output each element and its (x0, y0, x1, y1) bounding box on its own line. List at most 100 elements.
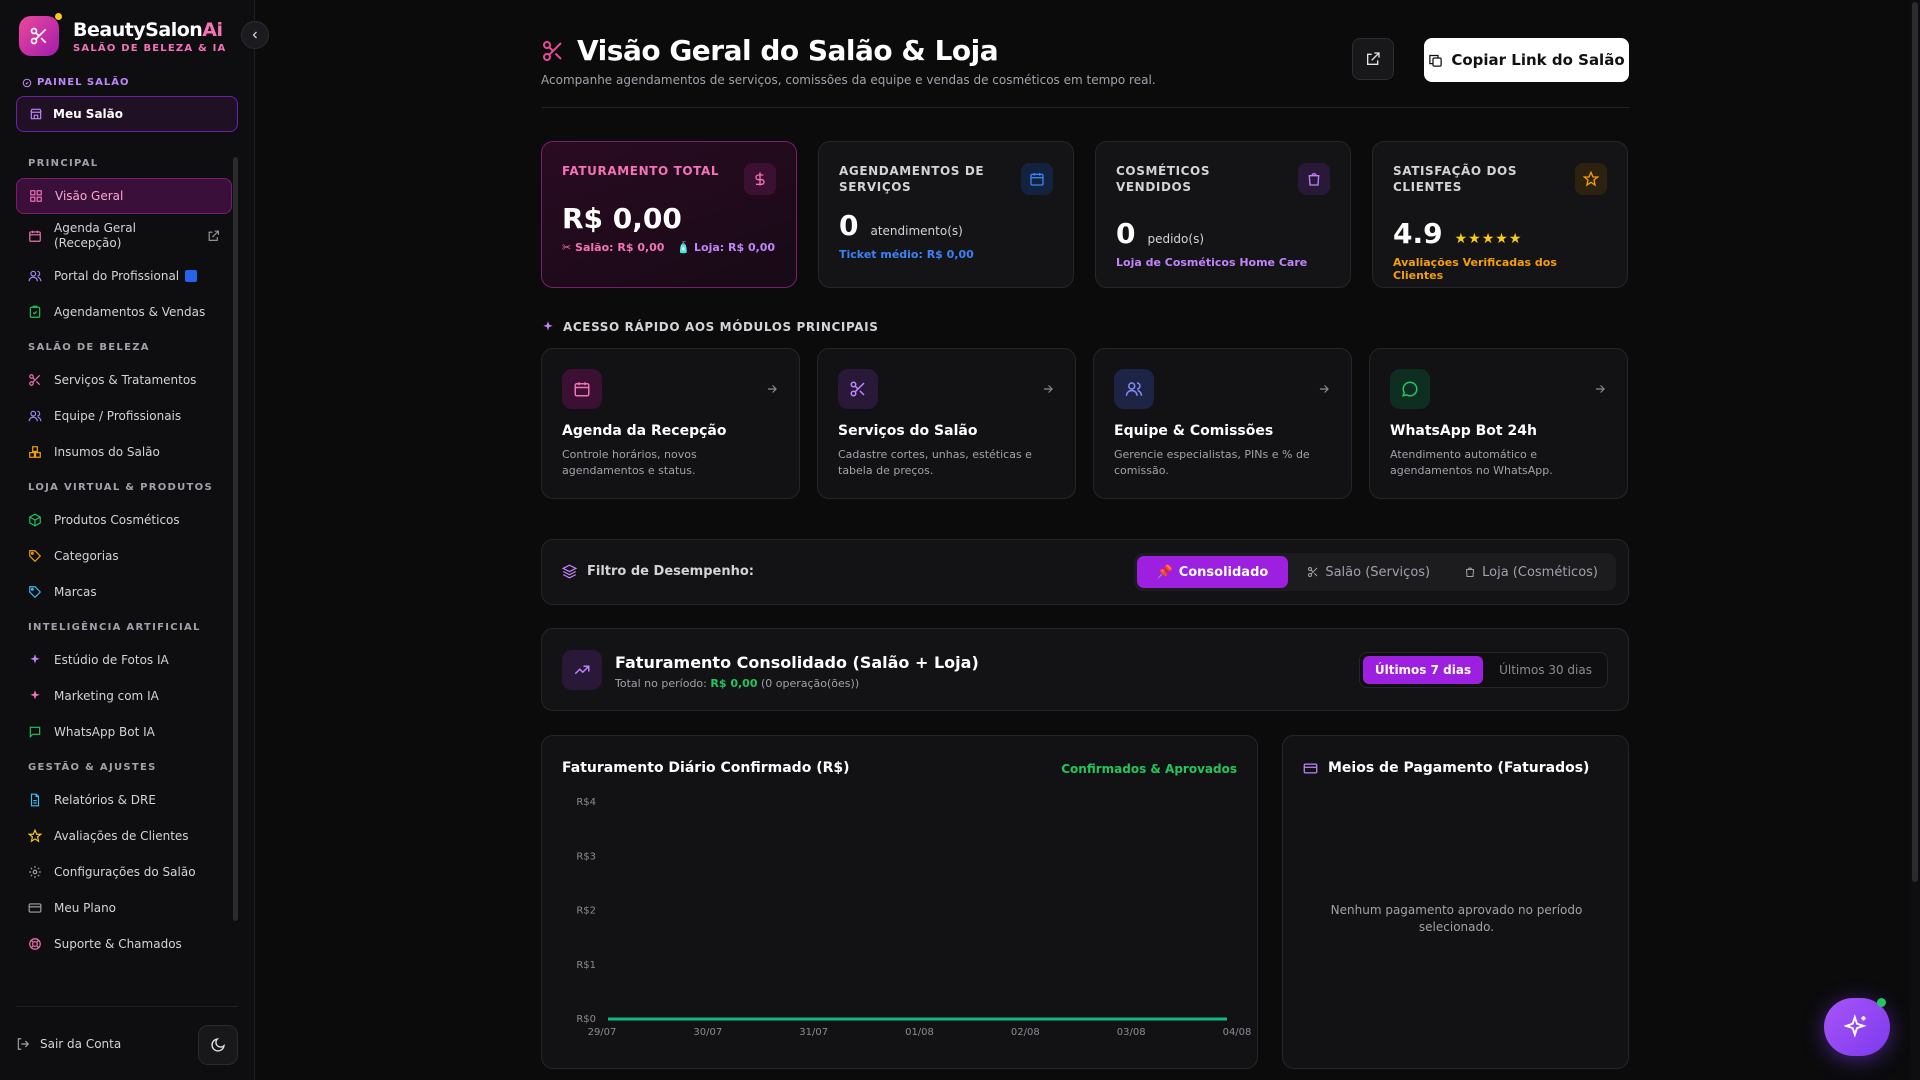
sidebar-item-whatsapp-bot[interactable]: WhatsApp Bot IA (16, 714, 232, 750)
rating-stars: ★★★★★ (1454, 231, 1523, 248)
y-tick-label: R$1 (576, 960, 596, 971)
copy-salon-link-button[interactable]: Copiar Link do Salão (1424, 38, 1629, 82)
card-desc: Cadastre cortes, unhas, estéticas e tabe… (838, 448, 1032, 477)
sidebar-item-agenda[interactable]: Agenda Geral (Recepção) (16, 214, 232, 258)
sidebar-item-cosmetics[interactable]: Produtos Cosméticos (16, 502, 232, 538)
chat-icon (29, 726, 41, 739)
kpi-row: FATURAMENTO TOTAL R$ 0,00 ✂ Salão: R$ 0,… (541, 141, 1628, 288)
sidebar-item-services[interactable]: Serviços & Tratamentos (16, 362, 232, 398)
sidebar: BeautySalonAi SALÃO DE BELEZA & IA PAINE… (0, 0, 269, 1080)
x-tick-label: 31/07 (799, 1027, 828, 1038)
users-icon (28, 270, 42, 282)
kpi-title: SATISFAÇÃO DOS CLIENTES (1393, 164, 1518, 194)
kpi-foot: Ticket médio: R$ 0,00 (839, 248, 974, 262)
sidebar-footer: Sair da Conta (16, 1006, 238, 1065)
page-scrollbar[interactable] (1912, 2, 1918, 882)
users-icon (28, 410, 42, 422)
sidebar-item-photo-studio[interactable]: Estúdio de Fotos IA (16, 642, 232, 678)
lifebuoy-icon (29, 938, 41, 950)
sidebar-item-plan[interactable]: Meu Plano (16, 890, 232, 926)
shopping-bag-icon (1298, 163, 1330, 195)
period-7-days[interactable]: Últimos 7 dias (1362, 656, 1484, 684)
brand-logo[interactable]: BeautySalonAi SALÃO DE BELEZA & IA (19, 13, 227, 56)
filter-segmented-control: 📌 Consolidado Salão (Serviços) Loja (Cosm… (1133, 553, 1616, 591)
card-title: WhatsApp Bot 24h (1390, 423, 1537, 439)
scissors-icon (838, 369, 878, 409)
kpi-title: COSMÉTICOS VENDIDOS (1116, 164, 1211, 194)
kpi-breakdown: ✂ Salão: R$ 0,00 🧴 Loja: R$ 0,00 (562, 241, 776, 254)
nav-section-store: LOJA VIRTUAL & PRODUTOS (28, 482, 213, 493)
calendar-icon (1021, 163, 1053, 195)
salon-revenue: ✂ Salão: R$ 0,00 (562, 240, 665, 254)
line-chart: R$0 R$1 R$2 R$3 R$4 29/07 30/07 31/07 01/08 02/08… (576, 797, 1252, 1038)
arrow-right-icon (1595, 385, 1605, 393)
moon-icon (211, 1038, 225, 1052)
sidebar-item-team[interactable]: Equipe / Profissionais (16, 398, 232, 434)
sidebar-item-reviews[interactable]: Avaliações de Clientes (16, 818, 232, 854)
sidebar-scrollbar[interactable] (233, 157, 238, 921)
quick-card-services[interactable]: Serviços do Salão Cadastre cortes, unhas… (817, 348, 1076, 499)
quick-access-label: ACESSO RÁPIDO AOS MÓDULOS PRINCIPAIS (541, 320, 878, 334)
sidebar-item-brands[interactable]: Marcas (16, 574, 232, 610)
period-30-days[interactable]: Últimos 30 dias (1487, 656, 1604, 684)
filter-salon[interactable]: Salão (Serviços) (1292, 556, 1445, 588)
revenue-summary: Faturamento Consolidado (Salão + Loja) T… (541, 628, 1629, 711)
users-icon (1114, 369, 1154, 409)
sidebar-item-appointments-sales[interactable]: Agendamentos & Vendas (16, 294, 232, 330)
external-link-icon (1367, 52, 1380, 65)
kpi-value: 0 atendimento(s) (839, 209, 963, 243)
y-tick-label: R$0 (576, 1014, 596, 1025)
sidebar-item-overview[interactable]: Visão Geral (16, 178, 232, 214)
file-text-icon (30, 793, 40, 807)
panel-label: PAINEL SALÃO (22, 77, 129, 88)
brand-tagline: SALÃO DE BELEZA & IA (73, 42, 227, 54)
sidebar-item-support[interactable]: Suporte & Chamados (16, 926, 232, 962)
quick-card-reception[interactable]: Agenda da Recepção Controle horários, no… (541, 348, 800, 499)
sidebar-item-reports[interactable]: Relatórios & DRE (16, 782, 232, 818)
kpi-satisfaction: SATISFAÇÃO DOS CLIENTES 4.9 ★★★★★ Avaliaç… (1372, 141, 1628, 288)
x-tick-label: 29/07 (588, 1027, 617, 1038)
payment-methods-card: Meios de Pagamento (Faturados) Nenhum pa… (1282, 735, 1629, 1069)
scissors-icon (19, 13, 62, 56)
my-salon-button[interactable]: Meu Salão (16, 96, 238, 132)
kpi-total-revenue: FATURAMENTO TOTAL R$ 0,00 ✂ Salão: R$ 0,… (541, 141, 797, 288)
sidebar-item-categories[interactable]: Categorias (16, 538, 232, 574)
logout-button[interactable]: Sair da Conta (16, 1037, 121, 1051)
arrow-right-icon (1043, 385, 1053, 393)
card-desc: Atendimento automático e agendamentos no… (1390, 448, 1553, 477)
y-tick-label: R$2 (576, 906, 596, 917)
package-icon (29, 513, 41, 527)
sidebar-item-supplies[interactable]: Insumos do Salão (16, 434, 232, 470)
sidebar-item-marketing-ai[interactable]: Marketing com IA (16, 678, 232, 714)
credit-card-icon (28, 903, 42, 913)
logout-icon (17, 1038, 30, 1050)
theme-toggle-button[interactable] (198, 1025, 238, 1065)
kpi-value: 4.9 ★★★★★ (1393, 217, 1523, 251)
filter-consolidated[interactable]: 📌 Consolidado (1136, 556, 1289, 588)
chat-icon (1390, 369, 1430, 409)
store-icon (30, 108, 42, 120)
sidebar-item-professional-portal[interactable]: Portal do Profissional (16, 258, 232, 294)
quick-card-whatsapp[interactable]: WhatsApp Bot 24h Atendimento automático … (1369, 348, 1628, 499)
star-icon (28, 829, 42, 843)
sidebar-nav: PRINCIPAL Visão Geral Agenda Geral (Rece… (16, 150, 232, 962)
kpi-appointments: AGENDAMENTOS DE SERVIÇOS 0 atendimento(s)… (818, 141, 1074, 288)
period-selector: Últimos 7 dias Últimos 30 dias (1358, 652, 1608, 688)
arrow-right-icon (767, 385, 777, 393)
ai-assistant-button[interactable] (1824, 998, 1890, 1056)
open-external-button[interactable] (1352, 38, 1394, 80)
filter-store[interactable]: Loja (Cosméticos) (1449, 556, 1613, 588)
trending-up-icon (562, 650, 602, 690)
kpi-title: FATURAMENTO TOTAL (562, 164, 720, 178)
kpi-foot: Avaliações Verificadas dos Clientes (1393, 256, 1557, 283)
nav-section-ai: INTELIGÊNCIA ARTIFICIAL (28, 622, 201, 633)
x-tick-label: 04/08 (1223, 1027, 1252, 1038)
card-title: Serviços do Salão (838, 423, 978, 439)
collapse-sidebar-button[interactable] (241, 21, 269, 49)
sidebar-item-settings[interactable]: Configurações do Salão (16, 854, 232, 890)
external-link-icon (208, 230, 219, 241)
shopping-bag-icon (1466, 567, 1475, 577)
gear-icon (29, 866, 41, 878)
circle-icon (22, 78, 32, 87)
quick-card-team[interactable]: Equipe & Comissões Gerencie especialista… (1093, 348, 1352, 499)
